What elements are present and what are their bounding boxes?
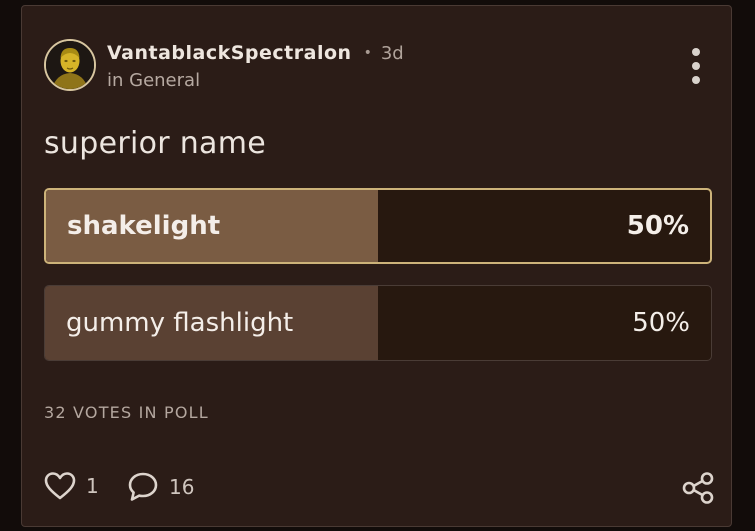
- poll-option-2[interactable]: gummy flashlight 50%: [44, 285, 712, 361]
- more-dot: [692, 48, 700, 56]
- avatar[interactable]: [44, 39, 96, 91]
- poll-option-percent: 50%: [632, 308, 690, 338]
- comment-bubble-icon: [128, 472, 158, 501]
- poll-option-label: gummy flashlight: [66, 308, 294, 338]
- like-count: 1: [86, 474, 99, 498]
- poll-votes-count: 32 VOTES IN POLL: [44, 403, 209, 422]
- poll-option-label: shakelight: [67, 211, 221, 241]
- share-icon: [682, 472, 714, 504]
- post-meta: VantablackSpectralon • 3d in General: [107, 42, 404, 91]
- poll-option-1[interactable]: shakelight 50%: [44, 188, 712, 264]
- poll-option-percent: 50%: [626, 211, 689, 241]
- statue-avatar-icon: [46, 41, 94, 89]
- post-actions: 1 16: [44, 471, 715, 507]
- author-name[interactable]: VantablackSpectralon: [107, 42, 352, 64]
- community-label[interactable]: in General: [107, 70, 404, 91]
- more-dot: [692, 76, 700, 84]
- comment-button[interactable]: 16: [127, 471, 194, 503]
- post-age: 3d: [380, 42, 404, 64]
- author-row: VantablackSpectralon • 3d: [107, 42, 404, 64]
- share-button[interactable]: [681, 471, 715, 509]
- more-dot: [692, 62, 700, 70]
- comment-count: 16: [169, 475, 195, 499]
- meta-separator: •: [363, 45, 372, 61]
- more-vertical-icon[interactable]: [689, 48, 703, 84]
- post-title: superior name: [44, 126, 267, 161]
- post-card: VantablackSpectralon • 3d in General sup…: [21, 5, 732, 527]
- heart-icon: [44, 472, 76, 500]
- post-header: VantablackSpectralon • 3d in General: [44, 39, 709, 95]
- like-button[interactable]: 1: [44, 471, 99, 501]
